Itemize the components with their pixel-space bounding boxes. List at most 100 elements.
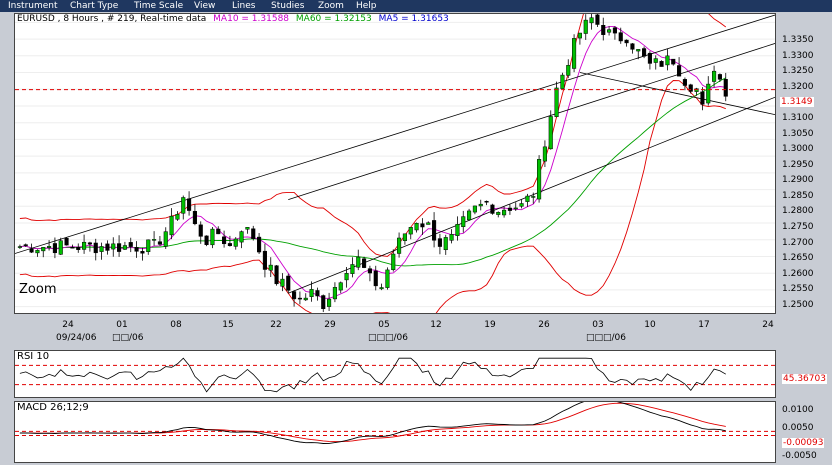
candle-body <box>356 256 361 268</box>
date-tick: 01 <box>116 320 128 330</box>
candle-body <box>47 246 52 248</box>
candle-body <box>461 216 466 227</box>
date-tick: 05 <box>378 320 390 330</box>
candle-body <box>274 265 279 285</box>
candle-body <box>373 270 378 287</box>
menu-zoom[interactable]: Zoom <box>318 0 344 12</box>
price-tick: 1.2600 <box>782 269 814 279</box>
macd-tick: 0.0050 <box>782 423 814 433</box>
chart-header: EURUSD , 8 Hours , # 219, Real-time data… <box>17 14 453 24</box>
trend-channel-lower <box>288 96 775 294</box>
date-tick: 08 <box>170 320 182 330</box>
price-tick: 1.3200 <box>782 82 814 92</box>
candle-body <box>653 58 658 63</box>
candle-body <box>367 268 372 274</box>
candle-body <box>105 243 110 251</box>
candle-body <box>52 243 57 254</box>
candle-body <box>315 290 320 297</box>
candle-body <box>82 241 87 250</box>
candle-body <box>642 48 647 57</box>
candle-body <box>391 253 396 271</box>
candle-body <box>181 197 186 214</box>
rsi-panel[interactable]: RSI 10 <box>14 350 776 398</box>
month-label: □□/06 <box>112 333 144 343</box>
candle-body <box>443 237 448 251</box>
month-label: 09/24/06 <box>56 333 97 343</box>
menu-view[interactable]: View <box>194 0 215 12</box>
menu-instrument[interactable]: Instrument <box>8 0 58 12</box>
candle-body <box>682 79 687 86</box>
price-tick: 1.2900 <box>782 175 814 185</box>
month-label: □□□/06 <box>368 333 408 343</box>
macd-panel[interactable]: MACD 26;12;9 <box>14 401 776 463</box>
candle-body <box>35 250 40 254</box>
candle-body <box>385 269 390 288</box>
candle-body <box>187 198 192 211</box>
price-tick: 1.2800 <box>782 206 814 216</box>
candle-body <box>607 29 612 33</box>
candle-body <box>513 207 518 210</box>
candle-body <box>344 273 349 281</box>
macd-title: MACD 26;12;9 <box>17 402 89 413</box>
candle-body <box>146 239 151 252</box>
candle-body <box>379 287 384 290</box>
menu-studies[interactable]: Studies <box>271 0 304 12</box>
rsi-chart <box>15 357 775 393</box>
rsi-line <box>19 357 726 393</box>
candle-body <box>157 241 162 245</box>
candle-body <box>455 224 460 236</box>
candle-body <box>595 14 600 25</box>
candle-body <box>245 227 250 230</box>
candle-body <box>198 224 203 237</box>
candle-body <box>163 231 168 247</box>
candle-body <box>665 55 670 66</box>
price-tick: 1.3350 <box>782 35 814 45</box>
candle-body <box>472 205 477 213</box>
rsi-title: RSI 10 <box>17 351 50 362</box>
candle-body <box>87 242 92 245</box>
candle-body <box>239 231 244 243</box>
candle-body <box>216 228 221 235</box>
candle-body <box>268 264 273 271</box>
ma10-line <box>19 26 726 299</box>
candle-body <box>262 250 267 270</box>
candle-body <box>222 236 227 245</box>
date-tick: 17 <box>698 320 710 330</box>
candle-body <box>128 242 133 247</box>
zoom-label[interactable]: Zoom <box>19 282 56 297</box>
date-tick: 12 <box>430 320 442 330</box>
candle-body <box>58 240 63 255</box>
candle-body <box>484 200 489 203</box>
candle-body <box>449 234 454 241</box>
date-tick: 03 <box>592 320 604 330</box>
candle-body <box>414 222 419 231</box>
candle-body <box>152 239 157 241</box>
candle-body <box>17 246 22 248</box>
menu-chart-type[interactable]: Chart Type <box>70 0 118 12</box>
price-tick: 1.3000 <box>782 144 814 154</box>
date-tick: 26 <box>538 320 550 330</box>
menu-lines[interactable]: Lines <box>232 0 255 12</box>
candle-body <box>659 61 664 67</box>
candle-body <box>29 248 34 253</box>
candle-body <box>64 237 69 246</box>
candle-body <box>717 74 722 80</box>
candle-body <box>560 74 565 89</box>
candle-body <box>647 52 652 64</box>
candle-body <box>671 58 676 65</box>
candle-body <box>338 282 343 291</box>
date-tick: 22 <box>270 320 282 330</box>
macd-value-label: -0.00093 <box>782 438 825 448</box>
candle-body <box>233 238 238 247</box>
chart-symbol-title: EURUSD , 8 Hours , # 219, Real-time data <box>17 14 207 24</box>
candle-body <box>583 19 588 34</box>
candle-body <box>327 298 332 307</box>
menu-help[interactable]: Help <box>356 0 377 12</box>
candle-body <box>280 278 285 287</box>
menu-time-scale[interactable]: Time Scale <box>134 0 183 12</box>
price-tick: 1.3250 <box>782 66 814 76</box>
candle-body <box>122 245 127 250</box>
price-chart-panel[interactable]: EURUSD , 8 Hours , # 219, Real-time data… <box>14 13 776 314</box>
candle-body <box>117 243 122 252</box>
candle-body <box>531 196 536 198</box>
